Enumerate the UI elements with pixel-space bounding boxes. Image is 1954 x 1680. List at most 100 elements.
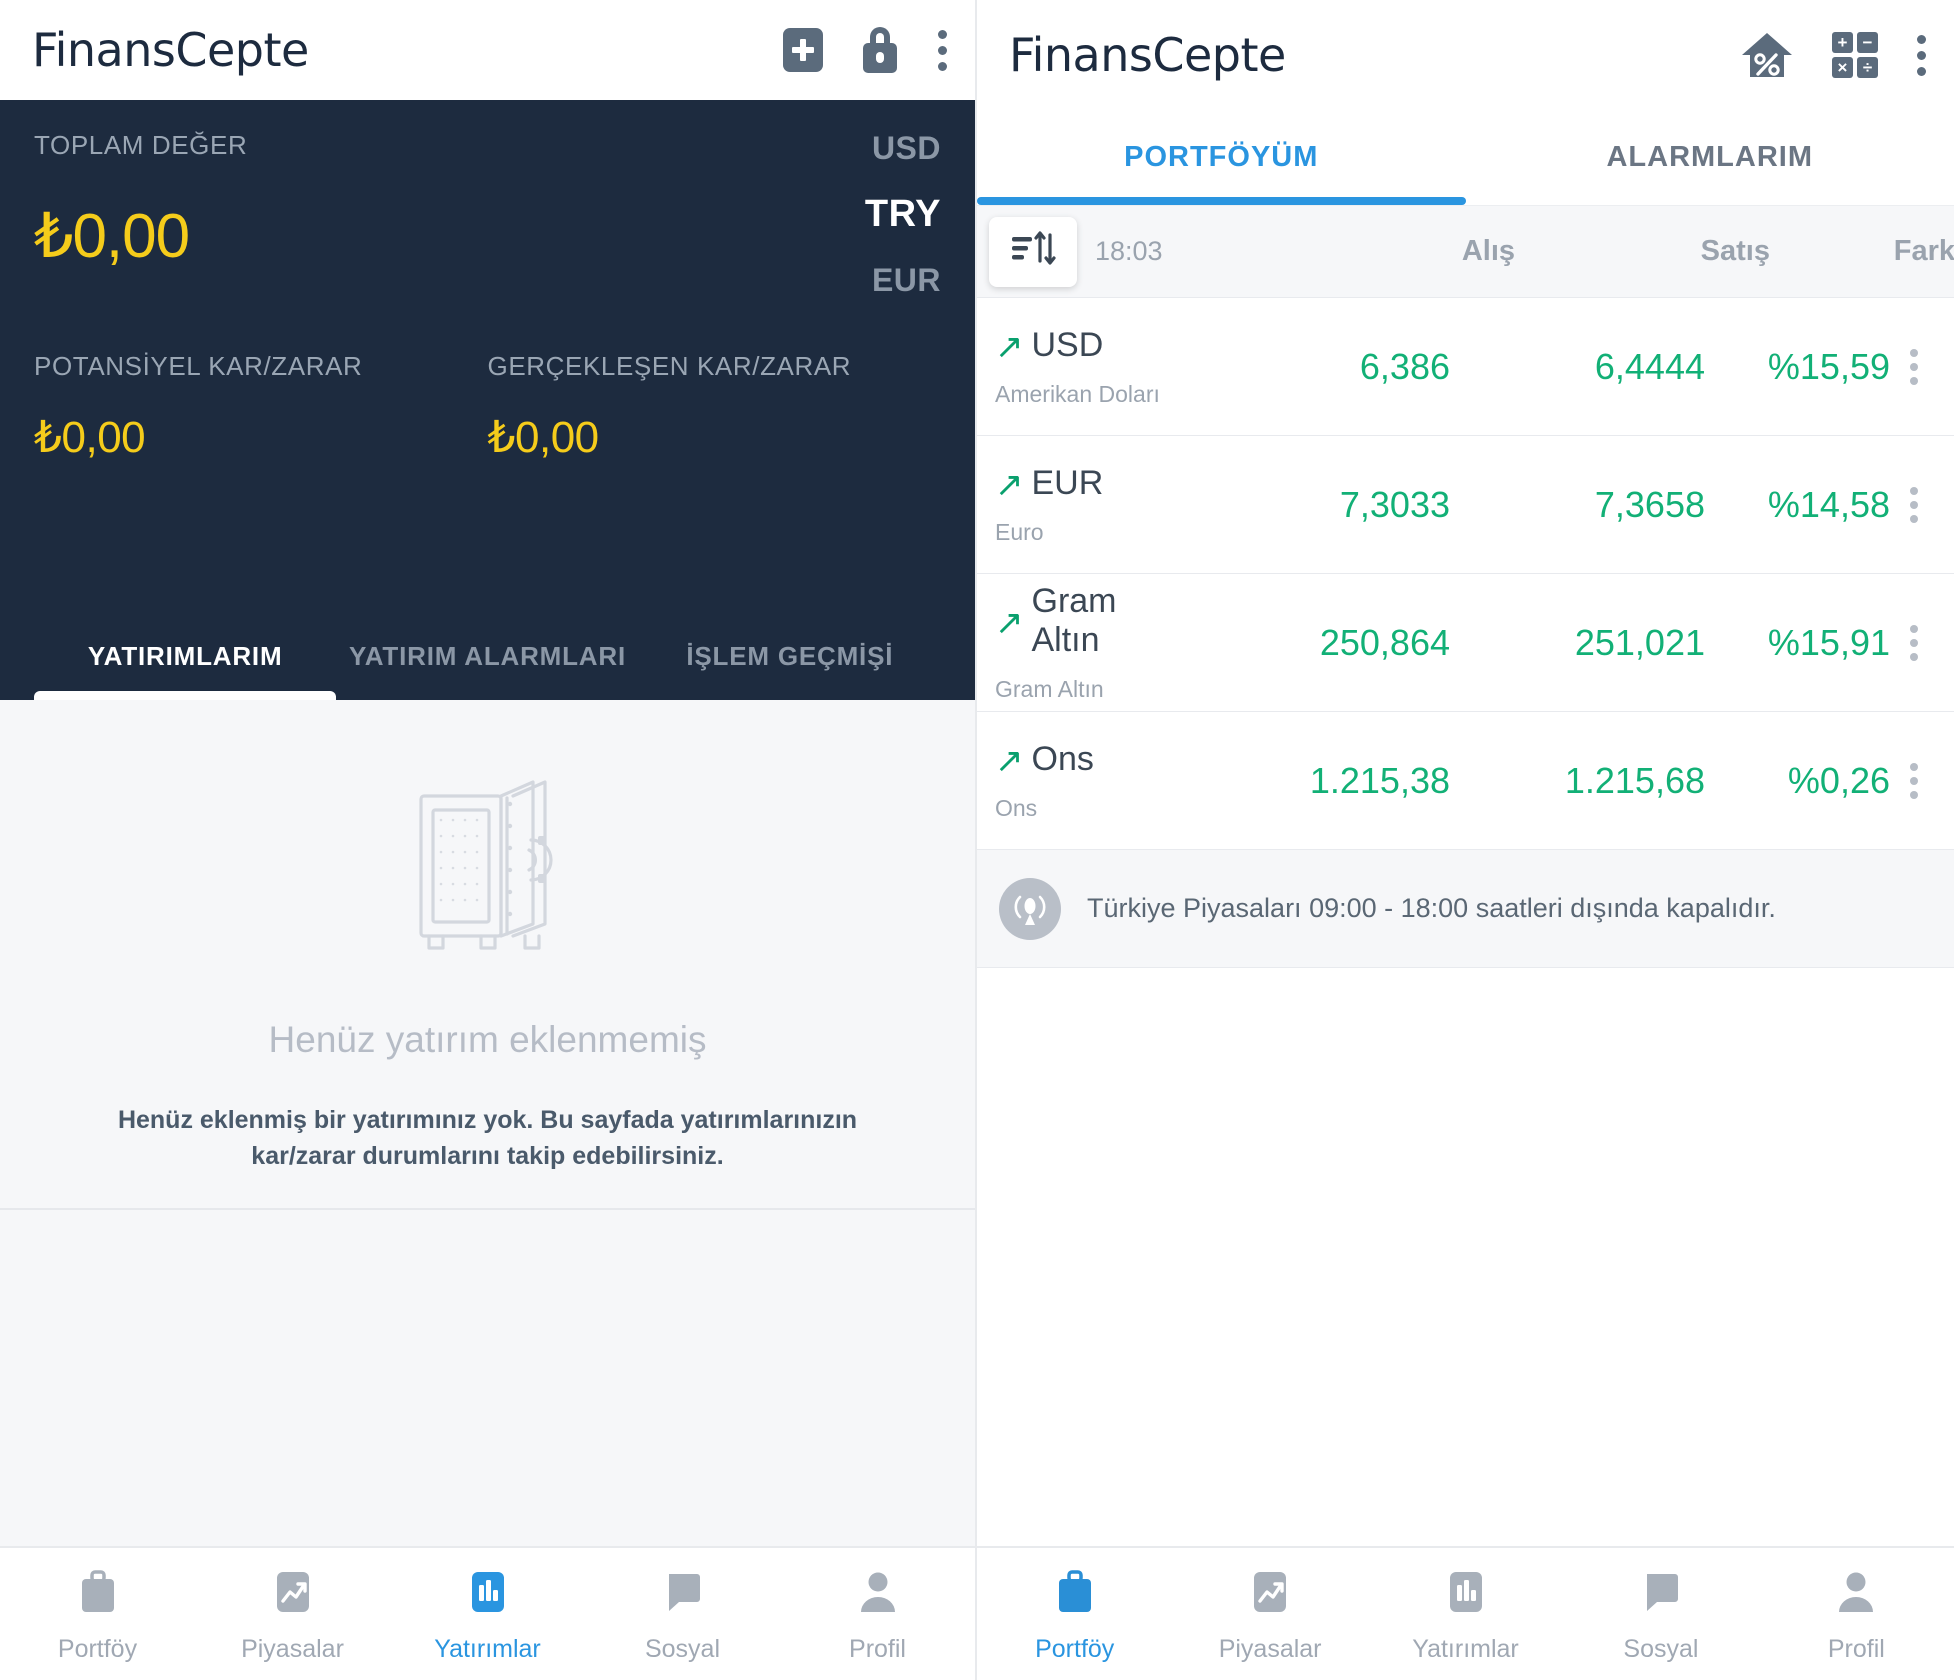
row-subtitle: Amerikan Doları [995, 380, 1160, 407]
row-symbol: Gram Altın [1031, 582, 1117, 659]
add-investment-button[interactable] [783, 28, 823, 72]
row-overflow-menu-icon[interactable] [1890, 348, 1938, 385]
table-row[interactable]: ↗ Ons Ons 1.215,38 1.215,68 %0,26 [977, 712, 1954, 850]
safe-icon [403, 778, 573, 963]
app-title: FinansCepte [32, 23, 309, 77]
total-value-block: TOPLAM DEĞER ₺0,00 [34, 130, 247, 272]
overflow-menu-icon [937, 27, 947, 73]
row-symbol: USD [1031, 325, 1104, 364]
nav-portfoy[interactable]: Portföy [977, 1565, 1172, 1664]
table-row[interactable]: ↗ Gram Altın Gram Altın 250,864 251,021 … [977, 574, 1954, 712]
currency-option-try[interactable]: TRY [865, 193, 941, 236]
currency-option-usd[interactable]: USD [872, 130, 941, 167]
row-name-cell: ↗ USD Amerikan Doları [989, 326, 1180, 408]
left-appbar-actions [783, 27, 947, 73]
total-value-amount: ₺0,00 [34, 202, 190, 271]
nav-profil[interactable]: Profil [780, 1565, 975, 1664]
row-overflow-menu-icon[interactable] [1890, 624, 1938, 661]
nav-piyasalar-label: Piyasalar [1218, 1634, 1322, 1663]
trend-up-icon: ↗ [995, 328, 1024, 366]
potential-pnl-block: POTANSİYEL KAR/ZARAR ₺0,00 [34, 351, 488, 463]
dual-screenshot: FinansCepte TOPLAM DEĞER ₺0,00 USD TRY E… [0, 0, 1954, 1680]
calc-divide: ÷ [1857, 57, 1878, 78]
right-bottom-nav: Portföy Piyasalar Yatırımlar Sosyal Prof… [977, 1546, 1954, 1680]
table-row[interactable]: ↗ USD Amerikan Doları 6,386 6,4444 %15,5… [977, 298, 1954, 436]
row-diff-value: %14,58 [1767, 483, 1890, 525]
screen-portfolio: FinansCepte + − × ÷ PORTFÖYÜM ALARMLARIM… [977, 0, 1954, 1680]
column-header-buy: Alış [1461, 235, 1515, 267]
row-overflow-menu-icon[interactable] [1890, 486, 1938, 523]
left-app-bar: FinansCepte [0, 0, 975, 100]
nav-yatirimlar[interactable]: Yatırımlar [1368, 1565, 1563, 1664]
calculator-icon: + − × ÷ [1832, 32, 1878, 78]
investment-tabs: YATIRIMLARIM YATIRIM ALARMLARI İŞLEM GEÇ… [34, 550, 941, 701]
add-icon [783, 28, 823, 72]
calculator-button[interactable]: + − × ÷ [1832, 32, 1878, 78]
nav-sosyal-label: Sosyal [1623, 1634, 1699, 1663]
empty-state-filler [0, 1210, 975, 1546]
summary-top-row: TOPLAM DEĞER ₺0,00 USD TRY EUR [34, 130, 941, 299]
realized-pnl-block: GERÇEKLEŞEN KAR/ZARAR ₺0,00 [488, 351, 942, 463]
trending-up-icon [266, 1565, 320, 1619]
market-time: 18:03 [1095, 236, 1163, 266]
nav-portfoy[interactable]: Portföy [0, 1565, 195, 1664]
tab-alarmlarim[interactable]: ALARMLARIM [1466, 110, 1954, 205]
row-sell-value: 7,3658 [1594, 483, 1705, 525]
right-app-bar: FinansCepte + − × ÷ [977, 0, 1954, 110]
row-overflow-menu-icon[interactable] [1890, 762, 1938, 799]
potential-pnl-label: POTANSİYEL KAR/ZARAR [34, 351, 363, 381]
row-symbol: EUR [1031, 463, 1104, 502]
empty-state-card: Henüz yatırım eklenmemiş Henüz eklenmiş … [0, 778, 975, 1210]
nav-piyasalar-label: Piyasalar [241, 1634, 344, 1663]
nav-portfoy-label: Portföy [1035, 1634, 1115, 1663]
market-table-header: 18:03 Alış Satış Fark [977, 206, 1954, 298]
house-percent-icon [1740, 31, 1794, 79]
row-subtitle: Ons [995, 794, 1038, 821]
rates-button[interactable] [1740, 31, 1794, 79]
nav-profil[interactable]: Profil [1759, 1565, 1954, 1664]
row-title: ↗ EUR [995, 464, 1180, 503]
left-overflow-menu-button[interactable] [937, 27, 947, 73]
screen-investments: FinansCepte TOPLAM DEĞER ₺0,00 USD TRY E… [0, 0, 977, 1680]
tab-islem-gecmisi[interactable]: İŞLEM GEÇMİŞİ [639, 639, 941, 700]
nav-portfoy-label: Portföy [57, 1634, 138, 1663]
realized-pnl-label: GERÇEKLEŞEN KAR/ZARAR [487, 351, 852, 381]
currency-option-eur[interactable]: EUR [872, 262, 941, 299]
market-status-text: Türkiye Piyasaları 09:00 - 18:00 saatler… [1087, 893, 1776, 923]
row-subtitle: Gram Altın [995, 676, 1104, 702]
row-menu-cell [1890, 762, 1938, 799]
row-sell-value: 251,021 [1574, 621, 1705, 663]
lock-icon [861, 27, 899, 73]
nav-piyasalar[interactable]: Piyasalar [1172, 1565, 1367, 1664]
nav-sosyal[interactable]: Sosyal [1563, 1565, 1758, 1664]
lock-button[interactable] [861, 27, 899, 73]
currency-selector: USD TRY EUR [865, 130, 941, 299]
sort-icon [1010, 229, 1056, 274]
left-bottom-nav: Portföy Piyasalar Yatırımlar Sosyal Prof… [0, 1546, 975, 1680]
person-icon [851, 1565, 905, 1619]
trending-up-icon [1243, 1565, 1297, 1619]
row-title: ↗ Ons [995, 740, 1180, 779]
right-overflow-menu-button[interactable] [1916, 32, 1926, 78]
app-title-right: FinansCepte [1009, 28, 1286, 82]
total-value-label: TOPLAM DEĞER [34, 130, 248, 160]
person-icon [1829, 1565, 1883, 1619]
trend-up-icon: ↗ [995, 742, 1024, 780]
calc-plus: + [1832, 32, 1853, 53]
chat-bubble-icon [1634, 1565, 1688, 1619]
column-header-diff: Fark [1893, 235, 1954, 267]
row-subtitle: Euro [995, 518, 1044, 545]
tab-portfoyum[interactable]: PORTFÖYÜM [977, 110, 1466, 205]
tab-yatirimlarim[interactable]: YATIRIMLARIM [34, 639, 337, 701]
row-name-cell: ↗ Gram Altın Gram Altın [989, 582, 1180, 703]
nav-yatirimlar[interactable]: Yatırımlar [390, 1565, 585, 1664]
sort-button[interactable] [989, 216, 1077, 287]
nav-yatirimlar-label: Yatırımlar [434, 1634, 541, 1663]
row-title: ↗ USD [995, 326, 1180, 365]
nav-sosyal[interactable]: Sosyal [585, 1565, 780, 1664]
empty-state-subtitle: Henüz eklenmiş bir yatırımınız yok. Bu s… [117, 1106, 858, 1170]
nav-piyasalar[interactable]: Piyasalar [195, 1565, 390, 1664]
tab-yatirim-alarmlari[interactable]: YATIRIM ALARMLARI [336, 639, 638, 700]
table-row[interactable]: ↗ EUR Euro 7,3033 7,3658 %14,58 [977, 436, 1954, 574]
row-diff-value: %0,26 [1787, 759, 1890, 801]
